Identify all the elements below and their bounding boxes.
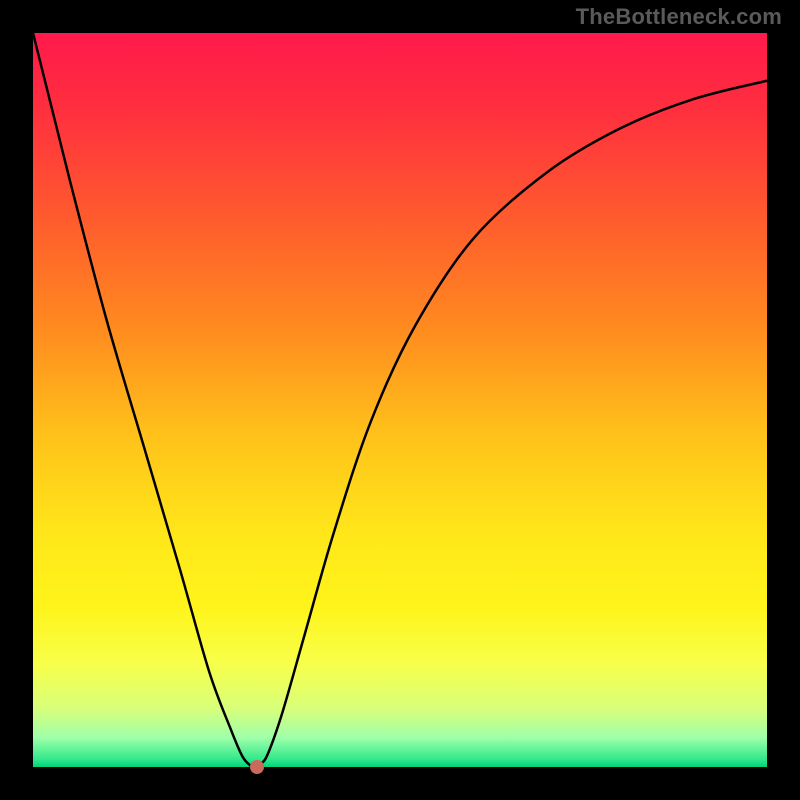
bottleneck-curve — [33, 33, 767, 767]
chart-container: TheBottleneck.com — [0, 0, 800, 800]
curve-layer — [33, 33, 767, 767]
watermark-text: TheBottleneck.com — [576, 4, 782, 30]
minimum-marker — [250, 760, 264, 774]
plot-area — [33, 33, 767, 767]
